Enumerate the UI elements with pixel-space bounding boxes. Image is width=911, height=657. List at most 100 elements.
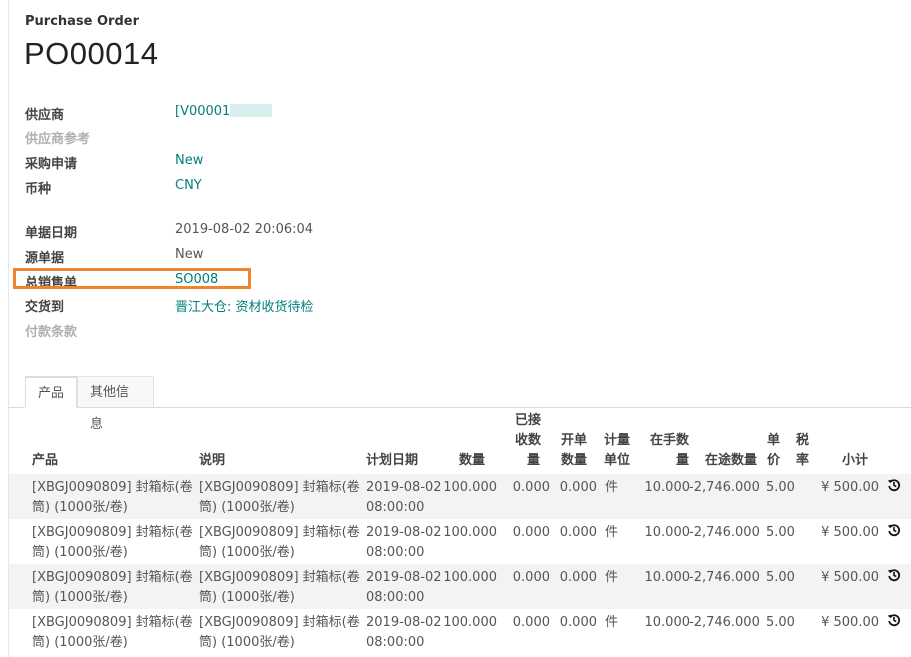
billed-cell: 0.000 — [559, 480, 597, 495]
column-header-scheduled-date[interactable]: 计划日期 — [366, 451, 418, 471]
history-icon[interactable] — [887, 568, 901, 582]
product-cell: [XBGJ0090809] 封箱标(卷 — [32, 525, 193, 540]
field-label: 付款条款 — [25, 325, 78, 340]
unit-price-cell: 5.00 — [766, 525, 795, 540]
billed-cell: 0.000 — [559, 615, 597, 630]
table-row[interactable]: [XBGJ0090809] 封箱标(卷 筒) (1000张/卷) [XBGJ00… — [9, 564, 911, 609]
column-header-quantity[interactable]: 数量 — [459, 451, 485, 471]
column-header-received-3[interactable]: 量 — [527, 451, 540, 471]
field-label: 供应商 — [25, 108, 65, 123]
column-header-uom-2[interactable]: 单位 — [604, 451, 630, 471]
date-cell: 2019-08-02 — [366, 615, 442, 630]
column-header-incoming[interactable]: 在途数量 — [705, 451, 757, 471]
form-sheet: Purchase Order PO00014 供应商 [V00001 供应商参考… — [8, 0, 911, 657]
uom-cell: 件 — [605, 570, 619, 585]
date-cell: 08:00:00 — [366, 590, 425, 605]
description-cell: [XBGJ0090809] 封箱标(卷 — [199, 480, 360, 495]
date-cell: 08:00:00 — [366, 545, 425, 560]
incoming-cell: -2,746.000 — [689, 525, 760, 540]
quantity-cell: 100.000 — [443, 570, 497, 585]
source-value: New — [175, 247, 204, 262]
date-cell: 2019-08-02 — [366, 480, 442, 495]
product-cell: 筒) (1000张/卷) — [32, 545, 128, 560]
history-icon[interactable] — [887, 523, 901, 537]
quantity-cell: 100.000 — [443, 615, 497, 630]
unit-price-cell: 5.00 — [766, 615, 795, 630]
column-header-billed-1[interactable]: 开单 — [561, 431, 587, 451]
column-header-received-2[interactable]: 收数 — [515, 431, 541, 451]
billed-cell: 0.000 — [559, 525, 597, 540]
product-cell: 筒) (1000张/卷) — [32, 635, 128, 650]
column-header-product[interactable]: 产品 — [32, 451, 58, 471]
column-header-uom-1[interactable]: 计量 — [604, 431, 630, 451]
currency-link[interactable]: CNY — [175, 178, 202, 193]
product-cell: [XBGJ0090809] 封箱标(卷 — [32, 480, 193, 495]
column-header-onhand-1[interactable]: 在手数 — [650, 431, 689, 451]
incoming-cell: -2,746.000 — [689, 480, 760, 495]
document-type: Purchase Order — [25, 14, 140, 29]
description-cell: [XBGJ0090809] 封箱标(卷 — [199, 615, 360, 630]
subtotal-cell: ¥ 500.00 — [821, 525, 879, 540]
incoming-cell: -2,746.000 — [689, 615, 760, 630]
tab-divider — [9, 407, 911, 408]
tab-other-info[interactable]: 其他信息 — [77, 376, 154, 432]
product-cell: 筒) (1000张/卷) — [32, 590, 128, 605]
received-cell: 0.000 — [512, 525, 550, 540]
column-header-onhand-2[interactable]: 量 — [676, 451, 689, 471]
date-cell: 2019-08-02 — [366, 525, 442, 540]
history-icon[interactable] — [887, 478, 901, 492]
received-cell: 0.000 — [512, 570, 550, 585]
product-cell: 筒) (1000张/卷) — [32, 500, 128, 515]
order-date-value: 2019-08-02 20:06:04 — [175, 222, 314, 237]
column-header-subtotal[interactable]: 小计 — [842, 451, 868, 471]
field-label: 交货到 — [25, 300, 65, 315]
onhand-cell: 10.000 — [644, 525, 691, 540]
history-icon[interactable] — [887, 613, 901, 627]
deliver-to-link[interactable]: 晋江大仓: 资材收货待检 — [175, 296, 314, 315]
incoming-cell: -2,746.000 — [689, 570, 760, 585]
quantity-cell: 100.000 — [443, 525, 497, 540]
description-cell: [XBGJ0090809] 封箱标(卷 — [199, 525, 360, 540]
received-cell: 0.000 — [512, 615, 550, 630]
product-cell: [XBGJ0090809] 封箱标(卷 — [32, 570, 193, 585]
date-cell: 08:00:00 — [366, 500, 425, 515]
table-row[interactable]: [XBGJ0090809] 封箱标(卷 筒) (1000张/卷) [XBGJ00… — [9, 474, 911, 519]
onhand-cell: 10.000 — [644, 480, 691, 495]
field-label: 币种 — [25, 182, 52, 197]
description-cell: 筒) (1000张/卷) — [199, 635, 295, 650]
column-header-tax-2[interactable]: 率 — [796, 451, 809, 471]
tab-products[interactable]: 产品 — [25, 376, 77, 408]
column-header-description[interactable]: 说明 — [199, 451, 225, 471]
requisition-link[interactable]: New — [175, 153, 203, 168]
description-cell: [XBGJ0090809] 封箱标(卷 — [199, 570, 360, 585]
column-header-unit-price-2[interactable]: 价 — [767, 451, 780, 471]
unit-price-cell: 5.00 — [766, 570, 795, 585]
date-cell: 08:00:00 — [366, 635, 425, 650]
onhand-cell: 10.000 — [644, 615, 691, 630]
field-label: 供应商参考 — [25, 132, 91, 147]
field-label: 单据日期 — [25, 226, 78, 241]
column-header-unit-price-1[interactable]: 单 — [767, 431, 780, 451]
subtotal-cell: ¥ 500.00 — [821, 480, 879, 495]
billed-cell: 0.000 — [559, 570, 597, 585]
column-header-billed-2[interactable]: 数量 — [561, 451, 587, 471]
onhand-cell: 10.000 — [644, 570, 691, 585]
subtotal-cell: ¥ 500.00 — [821, 615, 879, 630]
uom-cell: 件 — [605, 480, 619, 495]
redacted-mask — [230, 104, 273, 117]
column-header-received-1[interactable]: 已接 — [515, 411, 541, 431]
description-cell: 筒) (1000张/卷) — [199, 500, 295, 515]
product-cell: [XBGJ0090809] 封箱标(卷 — [32, 615, 193, 630]
quantity-cell: 100.000 — [443, 480, 497, 495]
table-row[interactable]: [XBGJ0090809] 封箱标(卷 筒) (1000张/卷) [XBGJ00… — [9, 519, 911, 564]
unit-price-cell: 5.00 — [766, 480, 795, 495]
sale-order-link[interactable]: SO008 — [175, 272, 218, 287]
column-header-tax-1[interactable]: 税 — [796, 431, 809, 451]
vendor-link[interactable]: [V00001 — [175, 104, 273, 119]
table-row[interactable]: [XBGJ0090809] 封箱标(卷 筒) (1000张/卷) [XBGJ00… — [9, 609, 911, 654]
description-cell: 筒) (1000张/卷) — [199, 545, 295, 560]
field-label: 源单据 — [25, 251, 65, 266]
date-cell: 2019-08-02 — [366, 570, 442, 585]
description-cell: 筒) (1000张/卷) — [199, 590, 295, 605]
received-cell: 0.000 — [512, 480, 550, 495]
